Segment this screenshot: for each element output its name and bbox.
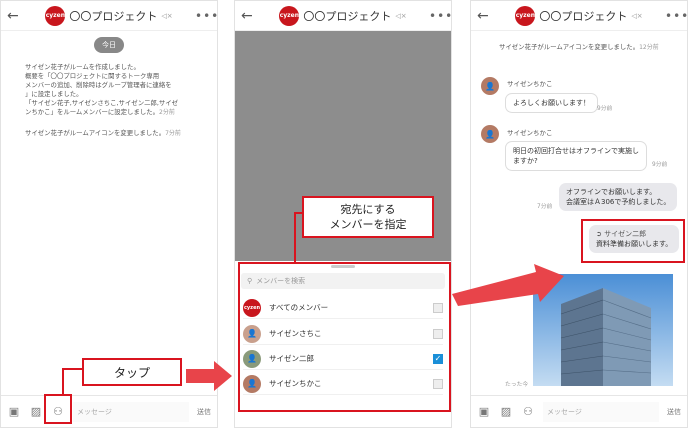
image-icon[interactable]: ▨ bbox=[499, 405, 513, 418]
callout-connector bbox=[62, 368, 84, 370]
chat-header: ← cyzen 〇〇プロジェクト ◁× ••• bbox=[235, 1, 451, 31]
highlight-mention-icon bbox=[44, 394, 72, 424]
chat-header: ← cyzen 〇〇プロジェクト ◁× ••• bbox=[1, 1, 217, 31]
arrow-icon bbox=[452, 264, 564, 306]
message-bar: ▣ ▨ ⚇ メッセージ 送信 bbox=[471, 395, 687, 427]
highlight-member-sheet bbox=[238, 262, 451, 412]
room-title: 〇〇プロジェクト bbox=[303, 9, 392, 23]
send-button[interactable]: 送信 bbox=[197, 407, 211, 417]
message-time: 2分前 bbox=[159, 109, 175, 116]
message-time: 12分前 bbox=[639, 44, 659, 51]
room-title: 〇〇プロジェクト bbox=[69, 9, 158, 23]
system-message: サイゼン花子がルームを作成しました。 概要を「〇〇プロジェクトに関するトーク専用… bbox=[25, 63, 179, 116]
callout-connector bbox=[294, 212, 296, 262]
message-bubble: 明日の初回打合せはオフラインで実施し ますか? bbox=[505, 141, 647, 171]
message-time: 9分前 bbox=[597, 106, 613, 112]
message-input[interactable]: メッセージ bbox=[543, 401, 659, 422]
room-logo: cyzen bbox=[515, 5, 536, 26]
date-chip: 今日 bbox=[94, 37, 124, 53]
room-title: 〇〇プロジェクト bbox=[539, 9, 628, 23]
mute-icon: ◁× bbox=[395, 11, 407, 20]
highlight-mention-message bbox=[581, 219, 685, 263]
chat-header: ← cyzen 〇〇プロジェクト ◁× ••• bbox=[471, 1, 687, 31]
tap-callout: タップ bbox=[82, 358, 182, 386]
more-options-icon[interactable]: ••• bbox=[195, 9, 217, 23]
sender-name: サイゼンちかこ bbox=[507, 80, 553, 88]
room-logo: cyzen bbox=[45, 5, 66, 26]
image-icon[interactable]: ▨ bbox=[29, 405, 43, 418]
mute-icon: ◁× bbox=[161, 11, 173, 20]
message-time: 7分前 bbox=[537, 204, 553, 210]
callout-connector bbox=[62, 368, 64, 394]
message-input[interactable]: メッセージ bbox=[73, 401, 189, 422]
message-time: 9分前 bbox=[652, 162, 668, 168]
my-message-bubble: オフラインでお願いします。 会議室はＡ306で予約しました。 bbox=[559, 183, 678, 211]
sender-name: サイゼンちかこ bbox=[507, 129, 553, 137]
more-options-icon[interactable]: ••• bbox=[665, 9, 687, 23]
send-button[interactable]: 送信 bbox=[667, 407, 681, 417]
back-arrow-icon[interactable]: ← bbox=[477, 8, 493, 24]
system-message: サイゼン花子がルームアイコンを変更しました。12分前 bbox=[499, 43, 659, 51]
specify-member-callout: 宛先にする メンバーを指定 bbox=[302, 196, 434, 238]
message-bubble: よろしくお願いします！ bbox=[505, 93, 598, 113]
message-time: たった今 bbox=[505, 382, 529, 388]
system-message: サイゼン花子がルームアイコンを変更しました。7分前 bbox=[25, 129, 181, 137]
mute-icon: ◁× bbox=[631, 11, 643, 20]
more-options-icon[interactable]: ••• bbox=[429, 9, 451, 23]
camera-icon[interactable]: ▣ bbox=[7, 405, 21, 418]
message-time: 7分前 bbox=[165, 130, 181, 137]
mention-member-icon[interactable]: ⚇ bbox=[521, 405, 535, 418]
back-arrow-icon[interactable]: ← bbox=[241, 8, 257, 24]
message-bar: ▣ ▨ ⚇ メッセージ 送信 bbox=[1, 395, 217, 427]
back-arrow-icon[interactable]: ← bbox=[7, 8, 23, 24]
camera-icon[interactable]: ▣ bbox=[477, 405, 491, 418]
sender-avatar[interactable]: 👤 bbox=[481, 125, 499, 143]
arrow-icon bbox=[186, 361, 232, 391]
sender-avatar[interactable]: 👤 bbox=[481, 77, 499, 95]
screen-chat-result: ← cyzen 〇〇プロジェクト ◁× ••• サイゼン花子がルームアイコンを変… bbox=[470, 0, 688, 428]
room-logo: cyzen bbox=[279, 5, 300, 26]
